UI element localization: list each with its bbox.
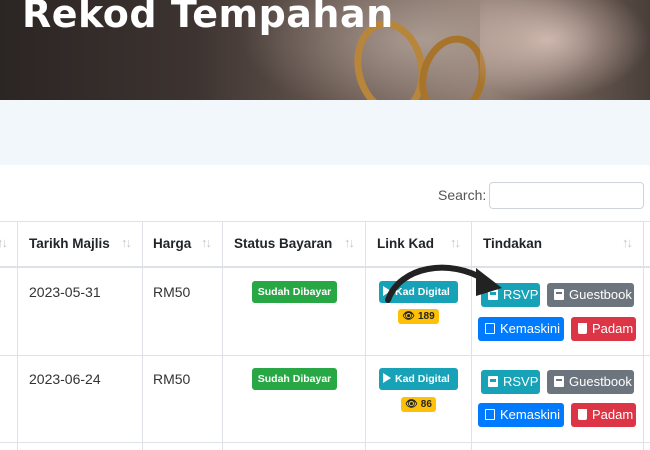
delete-label: Padam bbox=[592, 321, 634, 336]
annotation-arrow-head bbox=[476, 268, 502, 296]
table-top-border bbox=[0, 221, 650, 222]
table-col-divider bbox=[142, 221, 143, 450]
edit-icon bbox=[485, 409, 495, 420]
views-count: 189 bbox=[418, 311, 435, 322]
delete-button[interactable]: Padam bbox=[571, 403, 636, 427]
sort-icon[interactable]: ↑↓ bbox=[201, 235, 212, 250]
search-label: Search: bbox=[438, 187, 487, 203]
rsvp-button[interactable]: RSVP bbox=[481, 370, 540, 394]
annotation-arrow-stroke bbox=[385, 264, 488, 303]
table-col-divider bbox=[17, 221, 18, 450]
kad-digital-label: Kad Digital bbox=[395, 373, 450, 385]
banner-photo-hand bbox=[480, 0, 650, 100]
page-title: Rekod Tempahan bbox=[22, 0, 394, 36]
cell-date: 2023-06-24 bbox=[29, 371, 101, 387]
edit-label: Kemaskini bbox=[500, 407, 560, 422]
sort-icon[interactable]: ↑↓ bbox=[622, 235, 633, 250]
status-badge: Sudah Dibayar bbox=[252, 281, 337, 303]
sort-icon[interactable]: ↑↓ bbox=[121, 235, 132, 250]
subheader-band bbox=[0, 100, 650, 165]
views-badge: 👁 86 bbox=[401, 397, 436, 412]
trash-icon bbox=[578, 409, 587, 420]
column-header-link[interactable]: Link Kad bbox=[377, 236, 434, 251]
column-header-date[interactable]: Tarikh Majlis bbox=[29, 236, 110, 251]
sort-icon[interactable]: ↑↓ bbox=[450, 235, 461, 250]
sort-icon[interactable]: ↑↓ bbox=[0, 235, 8, 250]
views-badge: 👁 189 bbox=[398, 309, 439, 324]
eye-icon: 👁 bbox=[405, 399, 418, 410]
header-banner: Rekod Tempahan bbox=[0, 0, 650, 100]
table-row-border bbox=[0, 442, 650, 443]
book-icon bbox=[554, 289, 564, 300]
rsvp-label: RSVP bbox=[503, 374, 539, 389]
table-col-divider bbox=[365, 221, 366, 450]
edit-label: Kemaskini bbox=[500, 321, 560, 336]
rsvp-icon bbox=[488, 376, 498, 387]
sort-icon[interactable]: ↑↓ bbox=[344, 235, 355, 250]
edit-button[interactable]: Kemaskini bbox=[478, 317, 564, 341]
table-col-divider bbox=[471, 221, 472, 450]
search-input[interactable] bbox=[489, 182, 644, 209]
column-header-actions[interactable]: Tindakan bbox=[483, 236, 542, 251]
views-count: 86 bbox=[420, 399, 432, 410]
column-header-status[interactable]: Status Bayaran bbox=[234, 236, 332, 251]
trash-icon bbox=[578, 323, 587, 334]
guestbook-button[interactable]: Guestbook bbox=[547, 370, 634, 394]
edit-icon bbox=[485, 323, 495, 334]
book-icon bbox=[554, 376, 564, 387]
cell-price: RM50 bbox=[153, 284, 191, 300]
annotation-arrow bbox=[385, 264, 502, 303]
table-col-divider bbox=[222, 221, 223, 450]
delete-button[interactable]: Padam bbox=[571, 317, 636, 341]
cell-date: 2023-05-31 bbox=[29, 284, 101, 300]
cell-price: RM50 bbox=[153, 371, 191, 387]
guestbook-button[interactable]: Guestbook bbox=[547, 283, 634, 307]
status-badge: Sudah Dibayar bbox=[252, 368, 337, 390]
eye-icon: 👁 bbox=[402, 311, 415, 322]
table-row-border bbox=[0, 355, 650, 356]
delete-label: Padam bbox=[592, 407, 634, 422]
play-icon bbox=[383, 373, 391, 383]
column-header-price[interactable]: Harga bbox=[153, 236, 191, 251]
table-col-divider bbox=[643, 221, 644, 450]
edit-button[interactable]: Kemaskini bbox=[478, 403, 564, 427]
kad-digital-link[interactable]: Kad Digital bbox=[379, 368, 458, 390]
table-header-border bbox=[0, 266, 650, 268]
guestbook-label: Guestbook bbox=[569, 287, 632, 302]
guestbook-label: Guestbook bbox=[569, 374, 632, 389]
